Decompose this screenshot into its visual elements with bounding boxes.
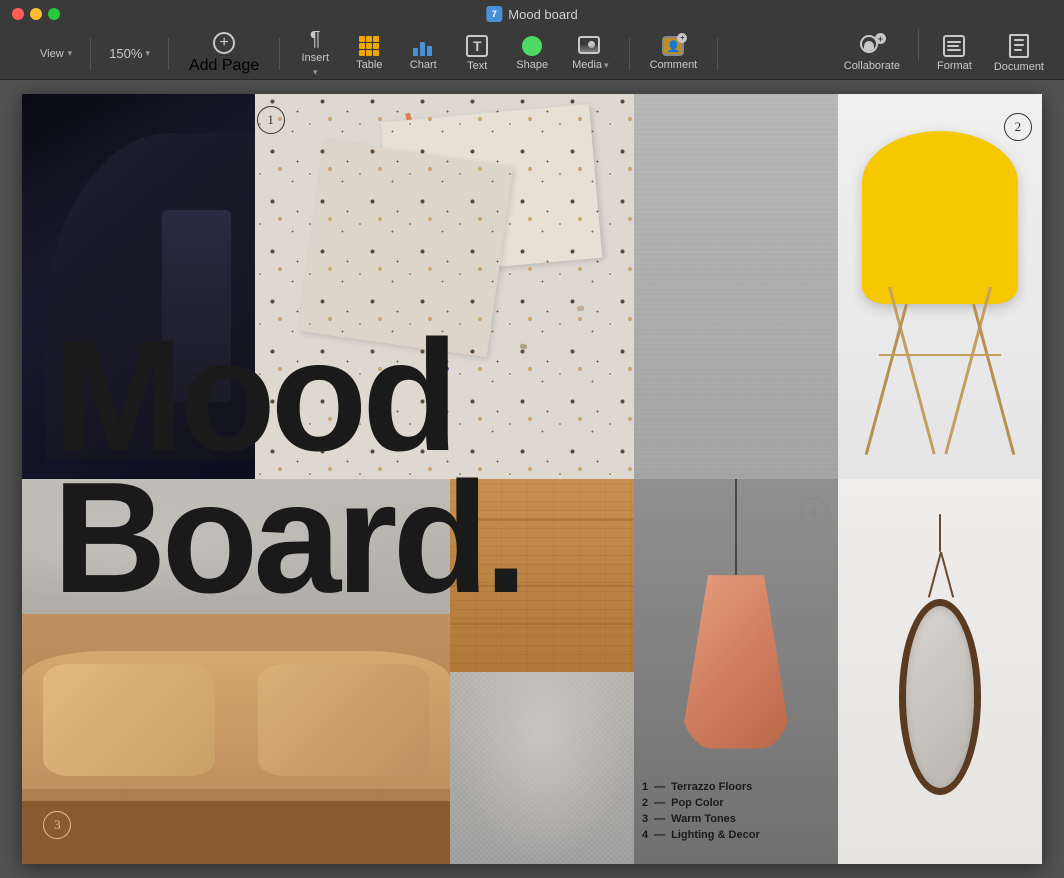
document-label: Document [994, 61, 1044, 73]
text-label: Text [467, 60, 487, 72]
media-button[interactable]: Media▾ [562, 31, 619, 76]
page-number-1: 1 [257, 106, 285, 134]
concrete-photo [634, 94, 838, 479]
page-container: 2 3 [22, 94, 1042, 864]
table-icon [359, 36, 379, 56]
view-icon [18, 47, 36, 61]
chart-button[interactable]: Chart [398, 31, 448, 76]
separator-1 [90, 38, 91, 70]
separator-2 [168, 38, 169, 70]
collaborate-icon: + [860, 35, 884, 57]
text-icon: T [466, 35, 488, 57]
separator-4 [629, 38, 630, 70]
caption-1: 1 — Terrazzo Floors [642, 781, 830, 793]
shape-label: Shape [516, 59, 548, 71]
separator-5 [717, 38, 718, 70]
view-label: View [40, 48, 64, 60]
fur-photo [450, 672, 634, 865]
add-page-button[interactable]: + Add Page [179, 27, 269, 80]
app-icon: 7 [486, 6, 502, 22]
insert-button[interactable]: ¶ Insert ▾ [290, 24, 340, 83]
chart-icon [413, 36, 433, 56]
title-bar: 7 Mood board [0, 0, 1064, 28]
media-label: Media▾ [572, 59, 609, 71]
insert-label: Insert [301, 52, 329, 64]
window-title: 7 Mood board [486, 6, 577, 22]
caption-area: 1 — Terrazzo Floors 2 — Pop Color 3 — Wa… [634, 781, 838, 845]
minimize-button[interactable] [30, 8, 42, 20]
media-icon [578, 36, 602, 56]
format-label: Format [937, 60, 972, 72]
separator-6 [918, 29, 919, 61]
text-button[interactable]: T Text [452, 30, 502, 77]
traffic-lights [12, 8, 60, 20]
mood-board-title: Mood Board. [53, 325, 523, 609]
chart-label: Chart [410, 59, 437, 71]
maximize-button[interactable] [48, 8, 60, 20]
quadrant-top-right: 2 [634, 94, 1042, 479]
caption-3: 3 — Warm Tones [642, 813, 830, 825]
window-title-text: Mood board [508, 7, 577, 22]
collaborate-button[interactable]: + Collaborate [834, 29, 910, 78]
table-label: Table [356, 59, 382, 71]
separator-3 [279, 38, 280, 70]
mirror-photo [838, 479, 1042, 864]
zoom-value: 150% [109, 46, 142, 61]
table-button[interactable]: Table [344, 31, 394, 76]
quadrant-bottom-right: 4 1 — Terrazzo Floors 2 — Pop Color 3 — … [634, 479, 1042, 864]
page-number-4: 4 [800, 498, 828, 526]
toolbar-right: + Collaborate Format Document [834, 29, 1054, 78]
toolbar: View ▾ 150% ▾ + Add Page ¶ Insert ▾ Tabl… [0, 28, 1064, 80]
view-button[interactable]: View ▾ [10, 42, 80, 66]
add-page-label: Add Page [189, 57, 259, 75]
comment-icon: 👤 + [662, 36, 684, 56]
zoom-button[interactable]: 150% ▾ [101, 41, 158, 66]
comment-label: Comment [650, 59, 698, 71]
close-button[interactable] [12, 8, 24, 20]
camel-sofa-photo: 3 [22, 614, 450, 864]
comment-button[interactable]: 👤 + Comment [640, 31, 708, 76]
format-button[interactable]: Format [927, 29, 982, 78]
document-icon [1009, 34, 1029, 58]
yellow-chair-photo: 2 [838, 94, 1042, 479]
canvas-area: 2 3 [0, 80, 1064, 878]
caption-4: 4 — Lighting & Decor [642, 829, 830, 841]
document-button[interactable]: Document [984, 29, 1054, 78]
collaborate-label: Collaborate [844, 60, 900, 72]
page-number-2: 2 [1004, 113, 1032, 141]
format-icon [943, 35, 965, 57]
shape-icon [522, 36, 542, 56]
caption-2: 2 — Pop Color [642, 797, 830, 809]
shape-button[interactable]: Shape [506, 31, 558, 76]
plus-icon: + [213, 32, 235, 54]
